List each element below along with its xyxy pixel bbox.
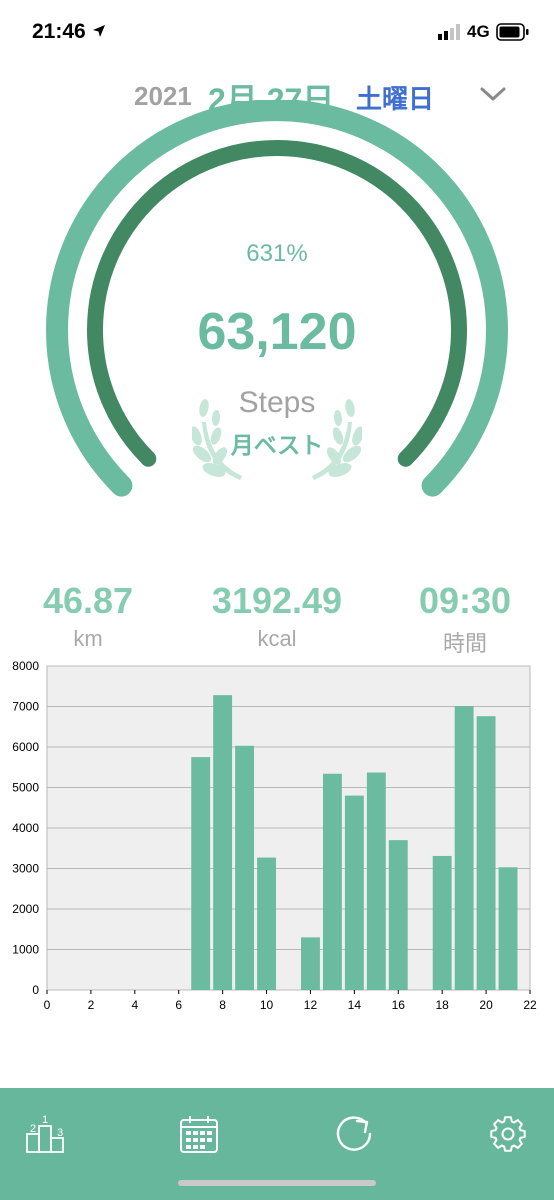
tab-settings[interactable] <box>478 1104 538 1164</box>
x-tick-label: 6 <box>175 998 182 1012</box>
distance-unit: km <box>73 626 103 651</box>
ranking-podium-icon: 1 2 3 <box>26 1114 64 1153</box>
steps-count: 63,120 <box>197 303 357 361</box>
gear-outline <box>490 1116 526 1152</box>
duration-value: 09:30 <box>418 580 512 621</box>
bar <box>432 855 452 990</box>
network-type: 4G <box>467 22 490 41</box>
svg-text:3: 3 <box>57 1127 63 1139</box>
y-tick-label: 3000 <box>12 862 39 876</box>
x-tick-label: 2 <box>88 998 95 1012</box>
y-tick-label: 1000 <box>12 943 39 957</box>
calories-unit: kcal <box>257 626 297 651</box>
bar <box>322 773 342 990</box>
y-tick-label: 4000 <box>12 821 39 835</box>
bar <box>498 867 518 990</box>
settings-gear-icon <box>490 1116 526 1152</box>
svg-text:2: 2 <box>30 1123 36 1135</box>
y-tick-label: 5000 <box>12 781 39 795</box>
x-tick-label: 18 <box>436 998 450 1012</box>
y-tick-label: 7000 <box>12 700 39 714</box>
bar <box>257 857 276 990</box>
location-arrow-icon <box>93 25 105 37</box>
x-tick-label: 16 <box>392 998 406 1012</box>
tab-ranking[interactable]: 1 2 3 <box>16 1104 76 1164</box>
home-indicator <box>178 1180 376 1186</box>
x-tick-label: 14 <box>348 998 362 1012</box>
x-tick-label: 0 <box>44 998 51 1012</box>
x-tick-label: 22 <box>523 998 537 1012</box>
calendar-icon <box>180 1116 218 1153</box>
status-bar: 21:46 4G <box>0 0 554 62</box>
calories-value: 3192.49 <box>211 580 343 621</box>
x-tick-label: 8 <box>219 998 226 1012</box>
y-tick-label: 2000 <box>12 902 39 916</box>
x-tick-label: 12 <box>304 998 318 1012</box>
bar <box>388 840 408 990</box>
bar <box>454 706 474 990</box>
y-tick-label: 6000 <box>12 740 39 754</box>
gear-hole <box>501 1127 515 1141</box>
distance-value: 46.87 <box>42 580 134 621</box>
signal-icon <box>438 24 460 40</box>
refresh-icon <box>336 1116 372 1151</box>
y-tick-label: 0 <box>32 983 39 997</box>
y-tick-label: 8000 <box>12 659 39 673</box>
svg-text:1: 1 <box>42 1114 48 1126</box>
bar <box>476 716 496 990</box>
status-time: 21:46 <box>32 20 86 43</box>
bar <box>235 745 255 990</box>
bar <box>213 695 233 990</box>
goal-percent: 631% <box>246 240 308 267</box>
bar <box>366 772 386 990</box>
x-tick-label: 4 <box>131 998 138 1012</box>
battery-icon <box>496 23 529 41</box>
monthly-best-label: 月ベスト <box>230 432 324 458</box>
tab-calendar[interactable] <box>169 1104 229 1164</box>
duration-unit: 時間 <box>442 631 487 656</box>
x-tick-label: 10 <box>260 998 274 1012</box>
bar <box>191 757 211 990</box>
tab-refresh[interactable] <box>324 1104 384 1164</box>
steps-label: Steps <box>238 386 316 419</box>
x-tick-label: 20 <box>479 998 493 1012</box>
bar <box>301 937 320 990</box>
hourly-steps-chart: 0 1000 2000 3000 4000 5000 6000 7000 8000 0 2 4 6 8 10… <box>12 659 537 1012</box>
bar <box>344 795 364 990</box>
